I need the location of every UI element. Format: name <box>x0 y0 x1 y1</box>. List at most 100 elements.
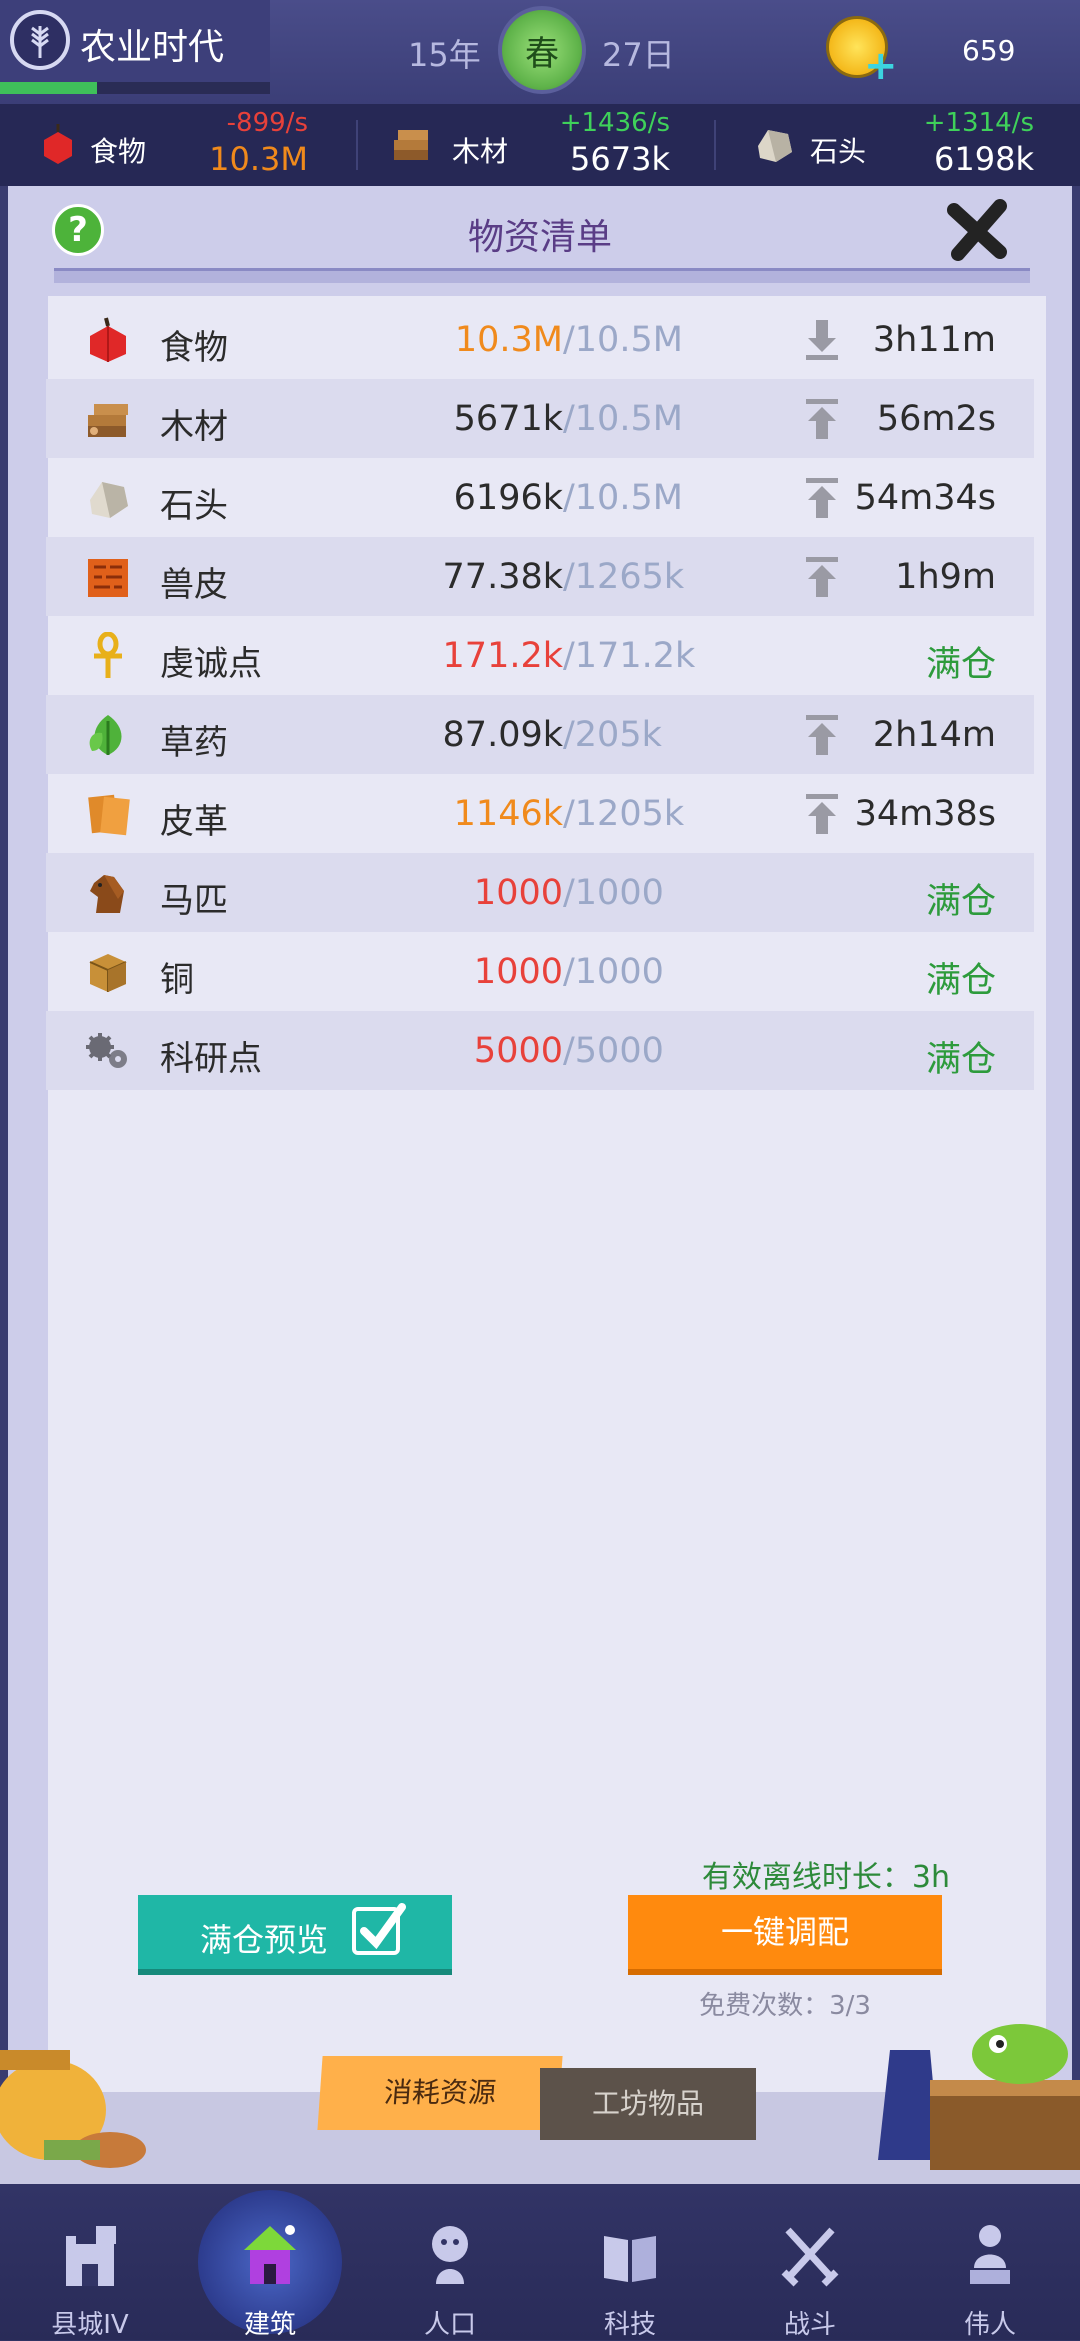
time-to-full: 34m38s <box>854 794 996 834</box>
arrow-up-icon <box>802 713 842 757</box>
table-row[interactable]: 科研点 5000/5000 满仓 <box>46 1011 1034 1090</box>
resource-stone[interactable]: 石头 +1314/s 6198k <box>748 104 1034 186</box>
nav-item-house[interactable]: 建筑 <box>180 2184 360 2340</box>
ankh-icon <box>84 631 132 680</box>
capacity-amount: /1205k <box>563 794 685 834</box>
era-progress-bar <box>0 82 270 94</box>
table-row[interactable]: 虔诚点 171.2k/171.2k 满仓 <box>46 616 1034 695</box>
resource-name: 虔诚点 <box>160 644 262 684</box>
full-status: 满仓 <box>925 645 996 685</box>
table-row[interactable]: 皮革 1146k/1205k 34m38s <box>46 774 1034 853</box>
tab-consumables[interactable]: 消耗资源 <box>317 2056 563 2130</box>
nav-label: 战斗 <box>783 2310 836 2340</box>
hide-icon <box>84 553 132 601</box>
add-coins-icon[interactable]: + <box>864 46 900 86</box>
wood-icon <box>394 130 428 160</box>
resource-name: 石头 <box>160 486 228 526</box>
capacity-amount: /1000 <box>563 952 664 992</box>
statue-icon <box>960 2220 1020 2290</box>
season-badge[interactable]: 春 <box>498 6 586 94</box>
divider <box>356 120 358 170</box>
resource-amount: 5673k <box>570 140 670 178</box>
capacity-amount: /10.5M <box>563 320 683 360</box>
time-to-full: 1h9m <box>895 557 996 597</box>
resource-name: 铜 <box>160 960 194 1000</box>
resource-name: 食物 <box>160 328 228 368</box>
resource-food[interactable]: 食物 -899/s 10.3M <box>26 104 308 186</box>
nav-item-town[interactable]: 县城IV <box>0 2184 180 2340</box>
resource-rate: -899/s <box>226 108 308 138</box>
full-preview-button[interactable]: 满仓预览 <box>138 1895 452 1975</box>
table-row[interactable]: 木材 5671k/10.5M 56m2s <box>46 379 1034 458</box>
full-status: 满仓 <box>925 961 996 1001</box>
table-row[interactable]: 兽皮 77.38k/1265k 1h9m <box>46 537 1034 616</box>
top-bar: 农业时代 15年 春 27日 + 659 <box>0 0 1080 104</box>
town-icon <box>60 2220 120 2290</box>
resource-amount: 10.3M <box>209 140 308 178</box>
year-label: 15年 <box>408 36 481 74</box>
crate-chameleon-decoration-icon <box>878 2024 1080 2170</box>
swords-icon <box>780 2220 840 2290</box>
resource-table: 食物 10.3M/10.5M 3h11m 木材 5671k/10.5M 56m2s 石头 61… <box>46 300 1034 1090</box>
resource-name: 马匹 <box>160 881 228 921</box>
full-preview-label: 满仓预览 <box>200 1921 329 1959</box>
arrow-up-icon <box>802 555 842 599</box>
nav-item-statue[interactable]: 伟人 <box>900 2184 1080 2340</box>
nav-item-book[interactable]: 科技 <box>540 2184 720 2340</box>
apple-icon <box>84 316 132 364</box>
current-amount: 10.3M <box>454 320 563 360</box>
table-row[interactable]: 食物 10.3M/10.5M 3h11m <box>46 300 1034 379</box>
resource-name: 食物 <box>90 135 147 168</box>
stone-icon <box>84 474 132 522</box>
table-row[interactable]: 草药 87.09k/205k 2h14m <box>46 695 1034 774</box>
nav-label: 建筑 <box>243 2310 296 2340</box>
nav-item-person[interactable]: 人口 <box>360 2184 540 2340</box>
resource-wood[interactable]: 木材 +1436/s 5673k <box>386 104 670 186</box>
table-row[interactable]: 石头 6196k/10.5M 54m34s <box>46 458 1034 537</box>
resource-name: 草药 <box>160 723 228 763</box>
time-to-full: 54m34s <box>854 478 996 518</box>
current-amount: 1000 <box>473 952 563 992</box>
resource-rate: +1314/s <box>923 108 1034 138</box>
nav-label: 县城IV <box>51 2310 129 2340</box>
nav-item-swords[interactable]: 战斗 <box>720 2184 900 2340</box>
capacity-amount: /171.2k <box>563 636 696 676</box>
capacity-amount: /10.5M <box>563 478 683 518</box>
resource-name: 石头 <box>810 135 867 168</box>
checkbox-icon[interactable] <box>352 1903 406 1955</box>
resource-name: 兽皮 <box>160 565 228 605</box>
current-amount: 5000 <box>473 1031 563 1071</box>
current-amount: 5671k <box>453 399 563 439</box>
offline-duration: 有效离线时长：3h <box>701 1860 950 1895</box>
gears-icon <box>84 1027 132 1075</box>
current-amount: 171.2k <box>442 636 563 676</box>
close-button[interactable] <box>944 196 1014 266</box>
divider <box>714 120 716 170</box>
full-status: 满仓 <box>925 1040 996 1080</box>
day-label: 27日 <box>602 36 675 74</box>
current-amount: 77.38k <box>442 557 563 597</box>
nav-label: 伟人 <box>963 2310 1016 2340</box>
auto-allocate-button[interactable]: 一键调配 <box>628 1895 942 1975</box>
table-row[interactable]: 铜 1000/1000 满仓 <box>46 932 1034 1011</box>
nav-label: 科技 <box>603 2310 656 2340</box>
table-row[interactable]: 马匹 1000/1000 满仓 <box>46 853 1034 932</box>
person-icon <box>420 2220 480 2290</box>
horse-icon <box>84 869 132 917</box>
era-name: 农业时代 <box>80 27 225 68</box>
capacity-amount: /1265k <box>563 557 685 597</box>
wheat-icon <box>10 10 70 70</box>
copper-icon <box>84 948 132 996</box>
resource-name: 科研点 <box>160 1039 262 1079</box>
panel-title: 物资清单 <box>467 217 612 258</box>
era-panel[interactable]: 农业时代 <box>0 0 270 96</box>
sack-decoration-icon <box>0 2050 146 2168</box>
apple-icon <box>44 124 72 164</box>
leather-icon <box>84 790 132 838</box>
arrow-up-icon <box>802 792 842 836</box>
time-to-full: 3h11m <box>872 320 996 360</box>
capacity-amount: /10.5M <box>563 399 683 439</box>
current-amount: 87.09k <box>442 715 563 755</box>
tab-workshop[interactable]: 工坊物品 <box>540 2068 756 2140</box>
capacity-amount: /1000 <box>563 873 664 913</box>
